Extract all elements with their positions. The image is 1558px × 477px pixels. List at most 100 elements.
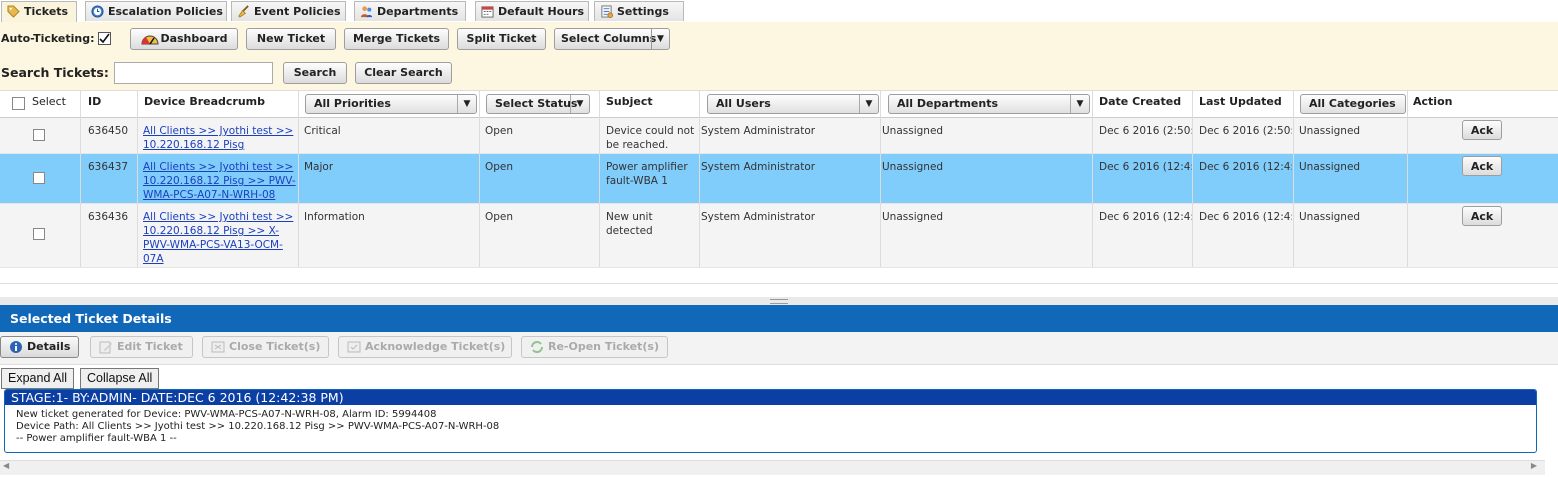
- stage-body: New ticket generated for Device: PWV-WMA…: [5, 405, 1536, 445]
- clock-icon: [91, 5, 104, 18]
- tag-icon: [7, 5, 20, 18]
- users-filter-dropdown[interactable]: All Users ▼: [707, 94, 879, 114]
- ticket-priority: Major: [304, 161, 334, 173]
- pane-splitter[interactable]: [0, 297, 1558, 305]
- table-row[interactable]: 636450 All Clients >> Jyothi test >> 10.…: [0, 118, 1558, 154]
- acknowledge-icon: [347, 341, 361, 353]
- ticket-last-updated: Dec 6 2016 (12:4:: [1199, 211, 1292, 223]
- selected-ticket-details-header: Selected Ticket Details: [0, 305, 1558, 332]
- row-select-checkbox[interactable]: [33, 172, 45, 184]
- auto-ticketing-label: Auto-Ticketing:: [1, 32, 95, 45]
- tab-bar: Tickets Escalation Policies Event Polici…: [0, 0, 1558, 23]
- ticket-priority: Critical: [304, 125, 341, 137]
- chevron-down-icon: ▼: [457, 95, 476, 113]
- ack-button[interactable]: Ack: [1462, 206, 1502, 226]
- grid-horizontal-scrollbar[interactable]: ◀ ▶: [0, 283, 1558, 284]
- column-divider: [880, 91, 881, 267]
- new-ticket-button[interactable]: New Ticket: [246, 28, 336, 50]
- categories-filter-dropdown[interactable]: All Categories: [1300, 94, 1406, 114]
- ticket-id: 636436: [88, 211, 129, 223]
- ticket-date-created: Dec 6 2016 (2:50:: [1099, 125, 1192, 137]
- select-all-checkbox[interactable]: [12, 97, 25, 110]
- tab-default-hours[interactable]: Default Hours: [475, 1, 589, 21]
- tab-tickets[interactable]: Tickets: [1, 1, 77, 23]
- ticket-department: Unassigned: [882, 161, 944, 173]
- last-updated-column-header[interactable]: Last Updated: [1199, 91, 1282, 117]
- subject-column-header[interactable]: Subject: [606, 91, 653, 117]
- row-select-checkbox[interactable]: [33, 129, 45, 141]
- ticket-last-updated: Dec 6 2016 (12:4:: [1199, 161, 1292, 173]
- reopen-tickets-button[interactable]: Re-Open Ticket(s): [521, 336, 668, 358]
- ticket-user: System Administrator: [701, 125, 816, 137]
- column-divider: [1192, 91, 1193, 267]
- ticket-id: 636437: [88, 161, 129, 173]
- breadcrumb-link[interactable]: All Clients >> Jyothi test >> 10.220.168…: [143, 210, 296, 266]
- breadcrumb-link[interactable]: All Clients >> Jyothi test >> 10.220.168…: [143, 124, 296, 152]
- stage-line: New ticket generated for Device: PWV-WMA…: [16, 409, 437, 420]
- ticket-subject: Device could not be reached.: [606, 125, 695, 151]
- table-row[interactable]: 636436 All Clients >> Jyothi test >> 10.…: [0, 204, 1558, 268]
- tab-departments[interactable]: Departments: [354, 1, 466, 21]
- info-icon: [10, 341, 22, 353]
- search-button[interactable]: Search: [283, 62, 347, 84]
- checkmark-icon: [99, 33, 110, 44]
- ticket-department: Unassigned: [882, 125, 944, 137]
- gauge-icon: [141, 35, 159, 45]
- column-divider: [599, 91, 600, 267]
- scroll-left-icon[interactable]: ◀: [3, 461, 9, 470]
- details-toolbar: Details Edit Ticket Close Ticket(s) Ackn…: [0, 332, 1558, 365]
- dashboard-button[interactable]: Dashboard: [130, 28, 238, 50]
- broom-icon: [238, 5, 249, 18]
- ticket-id: 636450: [88, 125, 129, 137]
- row-select-checkbox[interactable]: [33, 228, 45, 240]
- edit-ticket-button[interactable]: Edit Ticket: [90, 336, 193, 358]
- expand-all-button[interactable]: Expand All: [1, 368, 75, 389]
- select-columns-dropdown[interactable]: Select Columns ▼: [554, 28, 670, 50]
- ticket-category: Unassigned: [1299, 125, 1361, 137]
- details-button[interactable]: Details: [0, 336, 79, 358]
- departments-filter-dropdown[interactable]: All Departments ▼: [888, 94, 1090, 114]
- close-ticket-icon: [211, 341, 225, 353]
- grip-icon: [770, 299, 788, 304]
- breadcrumb-column-header[interactable]: Device Breadcrumb: [144, 91, 265, 117]
- table-row[interactable]: 636437 All Clients >> Jyothi test >> 10.…: [0, 154, 1558, 204]
- acknowledge-tickets-button[interactable]: Acknowledge Ticket(s): [338, 336, 512, 358]
- search-input[interactable]: [114, 62, 273, 84]
- chevron-down-icon: ▼: [570, 95, 589, 113]
- ticket-status: Open: [485, 161, 514, 173]
- tab-settings[interactable]: Settings: [594, 1, 684, 21]
- stage-line: -- Power amplifier fault-WBA 1 --: [16, 433, 177, 444]
- ticket-department: Unassigned: [882, 211, 944, 223]
- column-divider: [479, 91, 480, 267]
- close-tickets-button[interactable]: Close Ticket(s): [202, 336, 329, 358]
- breadcrumb-link[interactable]: All Clients >> Jyothi test >> 10.220.168…: [143, 160, 296, 202]
- ticket-last-updated: Dec 6 2016 (2:50:: [1199, 125, 1292, 137]
- id-column-header[interactable]: ID: [88, 91, 101, 117]
- column-divider: [1092, 91, 1093, 267]
- tab-escalation-policies[interactable]: Escalation Policies: [85, 1, 227, 21]
- clear-search-button[interactable]: Clear Search: [355, 62, 452, 84]
- tab-event-policies[interactable]: Event Policies: [231, 1, 346, 21]
- merge-tickets-button[interactable]: Merge Tickets: [344, 28, 449, 50]
- details-horizontal-scrollbar[interactable]: ◀ ▶: [0, 460, 1545, 475]
- collapse-all-button[interactable]: Collapse All: [80, 368, 160, 389]
- priority-filter-dropdown[interactable]: All Priorities ▼: [305, 94, 477, 114]
- ticket-user: System Administrator: [701, 211, 816, 223]
- ticket-priority: Information: [304, 211, 365, 223]
- column-divider: [137, 91, 138, 267]
- select-column-header: Select: [32, 95, 66, 108]
- split-ticket-button[interactable]: Split Ticket: [457, 28, 546, 50]
- search-tickets-label: Search Tickets:: [1, 65, 109, 80]
- date-created-column-header[interactable]: Date Created: [1099, 91, 1181, 117]
- ack-button[interactable]: Ack: [1462, 120, 1502, 140]
- chevron-down-icon: ▼: [859, 95, 878, 113]
- scroll-right-icon[interactable]: ▶: [1531, 461, 1537, 470]
- column-divider: [298, 91, 299, 267]
- grid-header: Select ID Device Breadcrumb All Prioriti…: [0, 91, 1558, 118]
- status-filter-dropdown[interactable]: Select Status ▼: [486, 94, 590, 114]
- stage-header[interactable]: STAGE:1- BY:ADMIN- DATE:DEC 6 2016 (12:4…: [5, 390, 1536, 405]
- column-divider: [1293, 91, 1294, 267]
- auto-ticketing-checkbox[interactable]: [98, 32, 111, 45]
- ack-button[interactable]: Ack: [1462, 156, 1502, 176]
- column-divider: [1407, 91, 1408, 267]
